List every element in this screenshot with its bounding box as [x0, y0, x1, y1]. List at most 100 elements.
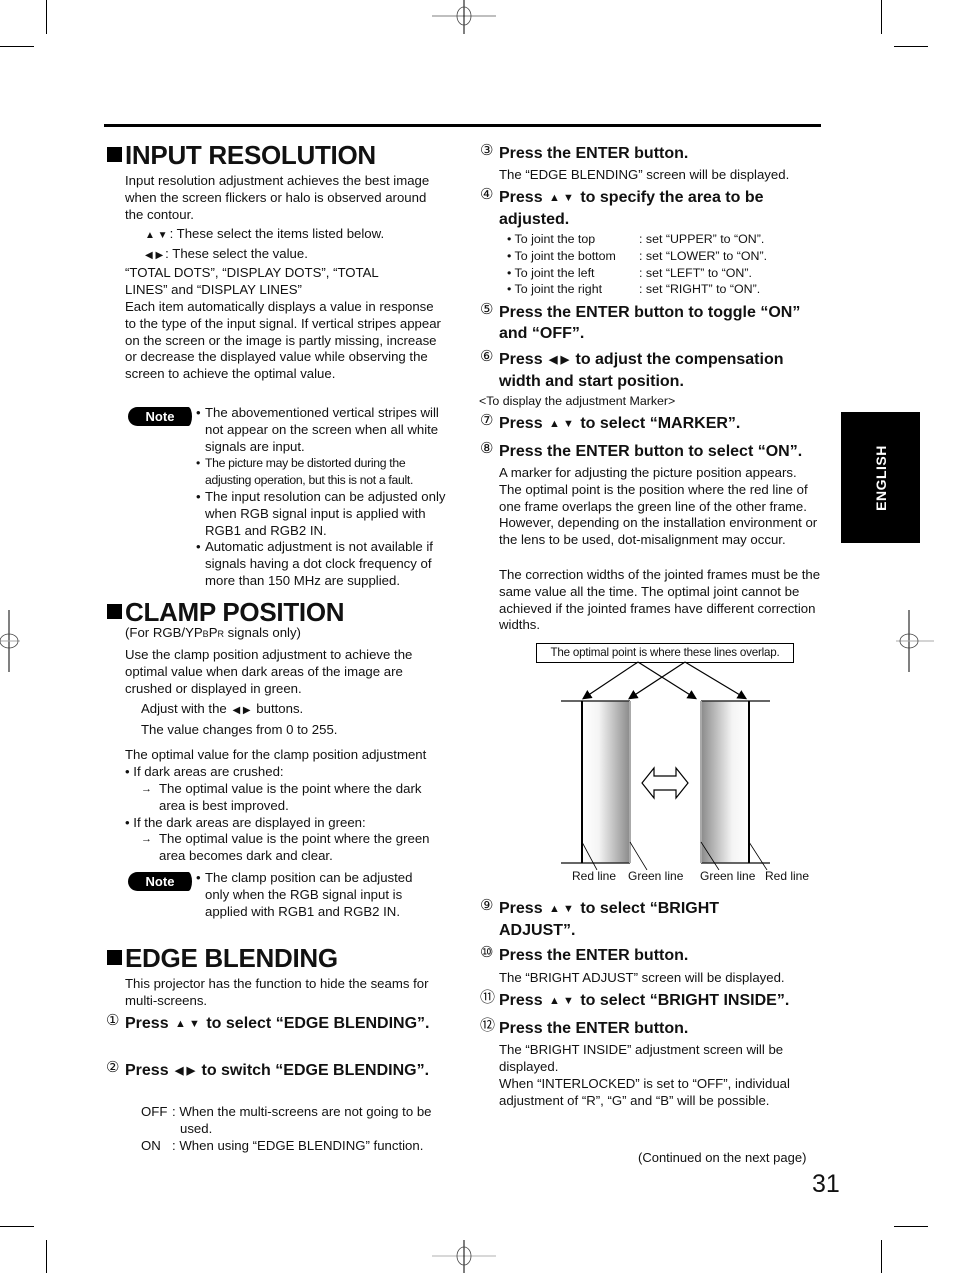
area-option: • To joint the bottom: set “LOWER” to “O… — [507, 248, 768, 263]
note-item: • Automatic adjustment is not available i… — [196, 539, 433, 588]
leftright-desc-row: ◀ ▶: These select the value. — [143, 246, 443, 265]
crop-mark — [894, 1226, 928, 1227]
step-10-desc: The “BRIGHT ADJUST” screen will be displ… — [499, 970, 785, 985]
input-resolution-intro: Input resolution adjustment achieves the… — [125, 173, 430, 222]
bright-inside-desc: The “BRIGHT INSIDE” adjustment screen wi… — [499, 1042, 784, 1074]
up-down-arrows-icon: ▲ ▼ — [145, 230, 168, 241]
left-right-arrows-icon: ◀ ▶ — [145, 250, 164, 261]
language-tab: ENGLISH — [841, 412, 920, 543]
clamp-case-1-result: → The optimal value is the point where th… — [141, 781, 422, 813]
area-option: • To joint the left: set “LEFT” to “ON”. — [507, 265, 752, 280]
step-number: ⑨ — [480, 897, 494, 914]
pointer-arrow — [582, 661, 639, 700]
step-10: ⑩ Press the ENTER button. — [480, 944, 689, 964]
diagram-label-green-line-left: Green line — [628, 869, 684, 883]
up-down-arrows-icon: ▲ ▼ — [549, 192, 574, 204]
registration-mark-right — [896, 610, 934, 672]
step-1: ① Press ▲ ▼ to select “EDGE BLENDING”. — [106, 1013, 445, 1035]
input-resolution-body: Each item automatically displays a value… — [125, 299, 441, 382]
step-number: ② — [106, 1059, 120, 1076]
step-6: ⑥ Press ◀ ▶ to adjust the compensation w… — [480, 348, 784, 390]
switch-option-on: ON : When using “EDGE BLENDING” function… — [141, 1137, 424, 1153]
registration-mark-top — [432, 0, 496, 34]
clamp-notes: • The clamp position can be adjusted only… — [196, 870, 436, 920]
input-resolution-notes: • The abovementioned vertical stripes wil… — [196, 405, 446, 590]
step-number: ⑤ — [480, 301, 494, 318]
up-down-arrows-icon: ▲ ▼ — [549, 995, 574, 1007]
arrow-icon: → — [141, 783, 152, 795]
up-down-arrows-icon: ▲ ▼ — [549, 903, 574, 915]
crop-mark — [894, 46, 928, 47]
leader-line — [748, 841, 768, 870]
step-8: ⑧ Press the ENTER button to select “ON”. — [480, 440, 803, 460]
note-badge: Note — [128, 407, 192, 426]
up-down-arrows-icon: ▲ ▼ — [175, 1018, 200, 1030]
note-item: • The input resolution can be adjusted on… — [196, 488, 446, 538]
page-number: 31 — [812, 1170, 840, 1198]
step-2: ② Press ◀ ▶ to switch “EDGE BLENDING”. — [106, 1060, 445, 1082]
marker-desc: A marker for adjusting the picture posit… — [499, 465, 818, 548]
crop-mark — [46, 0, 47, 34]
diagram-label-red-line-left: Red line — [572, 869, 617, 883]
left-right-arrows-icon: ◀ ▶ — [232, 705, 251, 716]
square-bullet-icon — [107, 147, 122, 162]
crop-mark — [0, 46, 34, 47]
step-number: ⑥ — [480, 348, 494, 365]
step-3: ③ Press the ENTER button. — [480, 142, 689, 162]
up-down-arrows-icon: ▲ ▼ — [549, 418, 574, 430]
pointer-arrow — [684, 661, 748, 700]
step-7: ⑦ Press ▲ ▼ to select “MARKER”. — [480, 413, 819, 435]
left-frame-blend — [582, 701, 630, 863]
registration-mark-left — [0, 610, 20, 672]
clamp-case-2-condition: • If the dark areas are displayed in gre… — [125, 815, 366, 830]
diagram-label-green-line-right: Green line — [700, 869, 756, 883]
note-item: • The clamp position can be adjusted only… — [196, 870, 413, 919]
language-tab-label: ENGLISH — [872, 444, 889, 511]
note-badge: Note — [128, 872, 192, 891]
area-option: • To joint the right: set “RIGHT” to “ON… — [507, 282, 761, 297]
clamp-subtitle: (For RGB/YPBPR signals only) — [125, 625, 301, 640]
square-bullet-icon — [107, 950, 122, 965]
note-item: • The picture may be distorted during the… — [196, 456, 414, 488]
step-number: ⑧ — [480, 440, 494, 457]
step-9: ⑨ Press ▲ ▼ to select “BRIGHT ADJUST”. — [480, 897, 720, 939]
crop-mark — [881, 1240, 882, 1273]
step-number: ③ — [480, 142, 494, 159]
note-item: • The abovementioned vertical stripes wil… — [196, 405, 439, 454]
crop-mark — [881, 0, 882, 34]
clamp-adjust-row: Adjust with the ◀ ▶ buttons. — [141, 701, 441, 720]
section-title-input-resolution: INPUT RESOLUTION — [107, 140, 376, 170]
step-number: ① — [106, 1012, 120, 1029]
step-number: ⑩ — [480, 944, 494, 961]
section-title-clamp-position: CLAMP POSITION — [107, 597, 345, 627]
clamp-optimal-heading: The optimal value for the clamp position… — [125, 747, 427, 762]
correction-desc: The correction widths of the jointed fra… — [499, 567, 821, 633]
registration-mark-bottom — [432, 1240, 496, 1273]
area-options: • To joint the top: set “UPPER” to “ON”.… — [507, 231, 817, 298]
crop-mark — [46, 1240, 47, 1273]
updown-desc-row: ▲ ▼: These select the items listed below… — [143, 226, 443, 245]
interlocked-desc: When “INTERLOCKED” is set to “OFF”, indi… — [499, 1076, 790, 1108]
step-12: ⑫ Press the ENTER button. — [480, 1017, 689, 1037]
step-5: ⑤ Press the ENTER button to toggle “ON” … — [480, 301, 801, 342]
clamp-intro: Use the clamp position adjustment to ach… — [125, 647, 413, 696]
left-right-arrows-icon: ◀ ▶ — [549, 354, 570, 366]
continued-note: (Continued on the next page) — [638, 1150, 807, 1165]
switch-options: OFF : When the multi-screens are not goi… — [141, 1104, 451, 1154]
step-number: ⑫ — [480, 1017, 496, 1034]
edge-blending-marker-diagram — [561, 661, 770, 870]
top-rule — [104, 124, 821, 127]
marker-heading: <To display the adjustment Marker> — [479, 394, 676, 408]
step-11: ⑪ Press ▲ ▼ to select “BRIGHT INSIDE”. — [480, 990, 829, 1012]
double-arrow-icon — [641, 766, 689, 800]
section-title-edge-blending: EDGE BLENDING — [107, 943, 338, 973]
right-frame-blend — [701, 701, 749, 863]
step-number: ⑪ — [480, 989, 496, 1006]
switch-option-off: OFF : When the multi-screens are not goi… — [141, 1104, 432, 1136]
edge-blending-intro: This projector has the function to hide … — [125, 976, 429, 1008]
arrow-icon: → — [141, 833, 152, 845]
left-right-arrows-icon: ◀ ▶ — [175, 1065, 196, 1077]
leader-line — [629, 841, 648, 870]
clamp-case-1-condition: • If dark areas are crushed: — [125, 764, 284, 779]
pointer-arrow — [627, 661, 686, 700]
